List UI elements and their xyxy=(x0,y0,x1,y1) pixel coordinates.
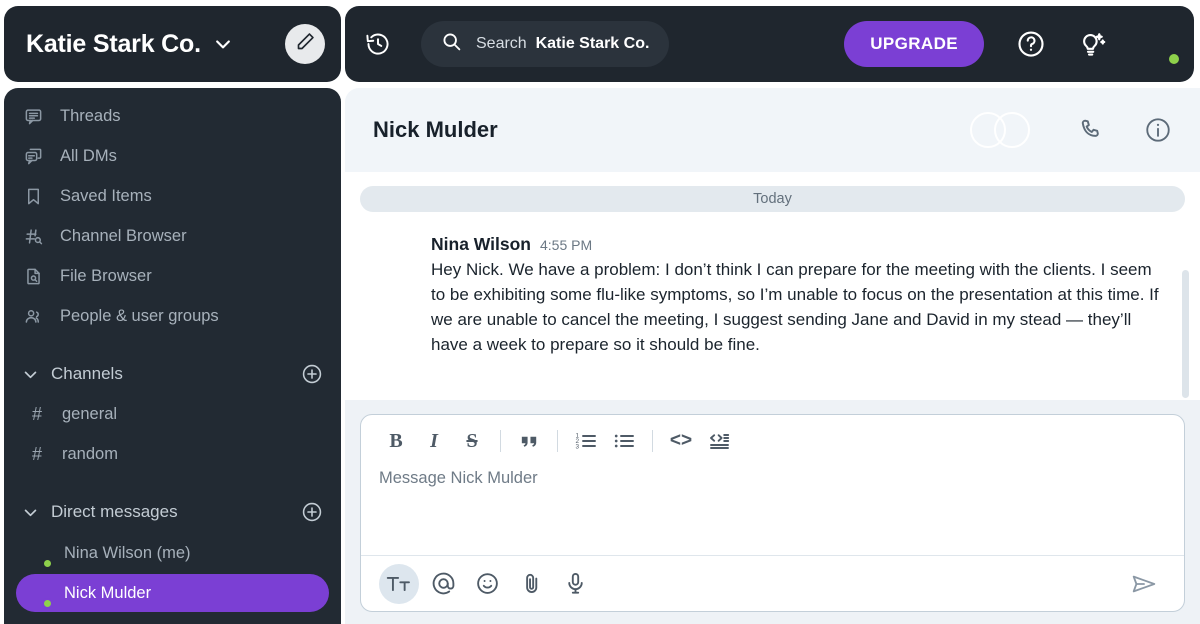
member-avatars[interactable] xyxy=(970,112,1030,148)
sidebar-item-threads[interactable]: Threads xyxy=(4,96,341,136)
message-timestamp: 4:55 PM xyxy=(539,237,593,253)
hash-icon: # xyxy=(31,403,42,424)
mention-button[interactable] xyxy=(423,564,463,604)
presence-dot-online xyxy=(1167,52,1181,66)
sidebar: Threads All DMs Saved Items Channel Brow… xyxy=(4,88,341,624)
sidebar-item-label: Channel Browser xyxy=(60,226,187,245)
info-circle-icon[interactable] xyxy=(1144,116,1172,144)
svg-text:3: 3 xyxy=(576,443,580,450)
dm-label: Nick Mulder xyxy=(64,583,152,602)
channels-section-title: Channels xyxy=(51,364,123,383)
people-icon xyxy=(22,307,44,326)
message-text: Hey Nick. We have a problem: I don’t thi… xyxy=(431,260,1159,355)
help-circle-icon[interactable] xyxy=(1016,29,1046,59)
slack-app-window: Katie Stark Co. Threads All DMs Saved It… xyxy=(0,0,1200,624)
threads-icon xyxy=(22,107,44,126)
search-text: Search Katie Stark Co. xyxy=(476,35,650,52)
strikethrough-button[interactable]: S xyxy=(453,422,491,460)
bookmark-icon xyxy=(22,187,44,206)
avatar[interactable] xyxy=(373,234,413,274)
blockquote-button[interactable] xyxy=(510,422,548,460)
presence-dot-online xyxy=(42,598,53,609)
sidebar-item-channel-browser[interactable]: Channel Browser xyxy=(4,216,341,256)
workspace-bar: Katie Stark Co. xyxy=(4,6,341,82)
sidebar-item-label: People & user groups xyxy=(60,306,219,325)
upgrade-button[interactable]: UPGRADE xyxy=(844,21,984,67)
search-icon xyxy=(441,31,462,57)
message-item: Nina Wilson 4:55 PM Hey Nick. We have a … xyxy=(345,212,1200,358)
conversation-header: Nick Mulder xyxy=(345,88,1200,172)
sidebar-item-label: Saved Items xyxy=(60,186,152,205)
message-input[interactable]: Message Nick Mulder xyxy=(361,467,1184,555)
formatting-toggle-button[interactable] xyxy=(379,563,419,604)
channel-label: general xyxy=(62,404,118,423)
bold-button[interactable]: B xyxy=(377,422,415,460)
sidebar-channel-general[interactable]: # general xyxy=(4,394,341,434)
dm-section-header[interactable]: Direct messages xyxy=(4,492,341,532)
workspace-name[interactable]: Katie Stark Co. xyxy=(26,30,201,59)
hash-icon: # xyxy=(31,443,42,464)
message-list: Today Nina Wilson 4:55 PM Hey Nick. We h… xyxy=(345,172,1200,400)
pencil-icon xyxy=(295,31,316,57)
avatar xyxy=(24,580,53,609)
channel-browser-icon xyxy=(22,227,44,246)
composer-action-bar xyxy=(361,555,1184,611)
channel-label: random xyxy=(62,444,118,463)
compose-button[interactable] xyxy=(285,24,325,64)
sidebar-item-label: All DMs xyxy=(60,146,117,165)
message-composer: B I S 123 <> Message Nick Mulder xyxy=(360,414,1185,612)
toolbar-divider xyxy=(557,430,558,452)
page-title: Nick Mulder xyxy=(373,117,498,142)
toolbar-divider xyxy=(652,430,653,452)
dm-section-title: Direct messages xyxy=(51,502,178,521)
sidebar-item-label: File Browser xyxy=(60,266,152,285)
plus-circle-icon[interactable] xyxy=(301,501,323,523)
avatar xyxy=(24,540,53,569)
chevron-down-icon[interactable] xyxy=(213,34,233,54)
top-bar: Search Katie Stark Co. UPGRADE xyxy=(345,6,1194,82)
sidebar-item-all-dms[interactable]: All DMs xyxy=(4,136,341,176)
send-plane-icon[interactable] xyxy=(1122,564,1166,604)
sidebar-dm-nina-wilson[interactable]: Nina Wilson (me) xyxy=(16,534,329,572)
bulleted-list-button[interactable] xyxy=(605,422,643,460)
message-input-placeholder: Message Nick Mulder xyxy=(379,469,538,487)
scrollbar[interactable] xyxy=(1182,270,1189,398)
scrollbar-thumb[interactable] xyxy=(1182,270,1189,398)
plus-circle-icon[interactable] xyxy=(301,363,323,385)
ordered-list-button[interactable]: 123 xyxy=(567,422,605,460)
sidebar-item-file-browser[interactable]: File Browser xyxy=(4,256,341,296)
attach-button[interactable] xyxy=(511,564,551,604)
dm-label: Nina Wilson (me) xyxy=(64,543,191,562)
left-column: Katie Stark Co. Threads All DMs Saved It… xyxy=(0,0,345,624)
presence-dot-online xyxy=(42,558,53,569)
user-avatar[interactable] xyxy=(1136,22,1181,66)
all-dms-icon xyxy=(22,147,44,166)
chevron-down-icon[interactable] xyxy=(22,504,39,521)
message-author[interactable]: Nina Wilson xyxy=(431,234,531,255)
lightbulb-sparkle-icon[interactable] xyxy=(1076,29,1106,59)
sidebar-channel-random[interactable]: # random xyxy=(4,434,341,474)
right-column: Search Katie Stark Co. UPGRADE Nick Muld… xyxy=(345,0,1200,624)
avatar xyxy=(994,112,1030,148)
channels-section-header[interactable]: Channels xyxy=(4,354,341,394)
code-button[interactable]: <> xyxy=(662,422,700,460)
code-block-button[interactable] xyxy=(700,422,738,460)
sidebar-dm-nick-mulder[interactable]: Nick Mulder xyxy=(16,574,329,612)
search-input[interactable]: Search Katie Stark Co. xyxy=(421,21,670,67)
phone-icon[interactable] xyxy=(1078,117,1104,143)
file-browser-icon xyxy=(22,267,44,286)
audio-button[interactable] xyxy=(555,564,595,604)
emoji-button[interactable] xyxy=(467,564,507,604)
day-divider-label: Today xyxy=(753,191,792,207)
day-divider: Today xyxy=(360,186,1185,212)
toolbar-divider xyxy=(500,430,501,452)
sidebar-item-label: Threads xyxy=(60,106,121,125)
composer-area: B I S 123 <> Message Nick Mulder xyxy=(345,400,1200,624)
history-icon[interactable] xyxy=(365,31,391,57)
sidebar-item-saved-items[interactable]: Saved Items xyxy=(4,176,341,216)
chevron-down-icon[interactable] xyxy=(22,366,39,383)
italic-button[interactable]: I xyxy=(415,422,453,460)
sidebar-item-people-user-groups[interactable]: People & user groups xyxy=(4,296,341,336)
formatting-toolbar: B I S 123 <> xyxy=(361,415,1184,467)
